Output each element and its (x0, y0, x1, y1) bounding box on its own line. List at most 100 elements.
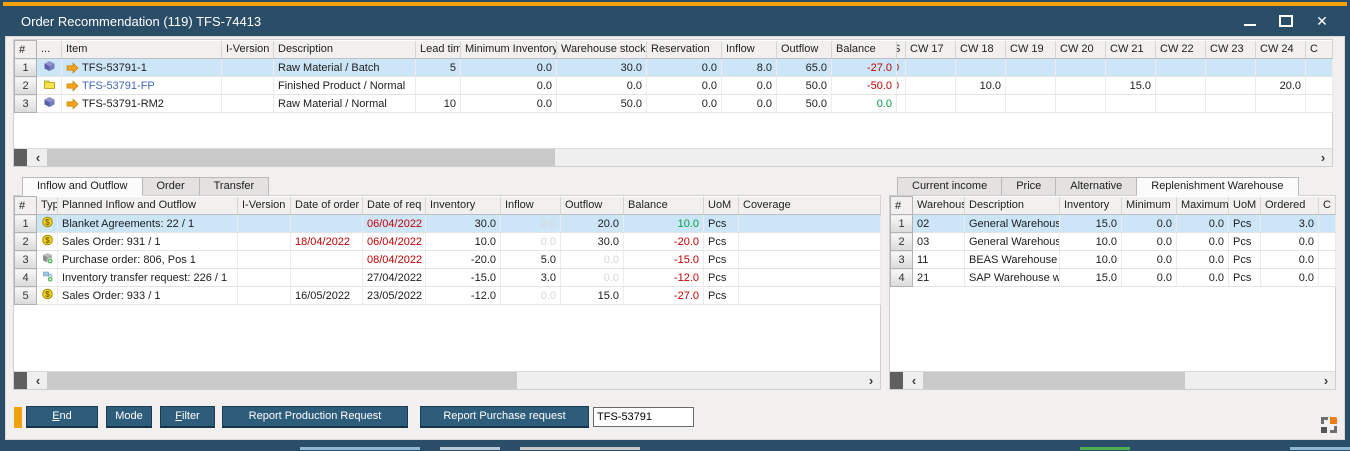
report-purchase-request-button[interactable]: Report Purchase request (420, 406, 589, 428)
cell-coverage[interactable] (739, 215, 881, 233)
scroll-left-icon[interactable]: ‹ (905, 372, 923, 389)
cell-balance[interactable]: -50.0 (832, 77, 897, 95)
cell-warehouse[interactable]: 02 (913, 215, 965, 233)
cell-inventory[interactable]: -12.0 (426, 287, 501, 305)
cell-reservation[interactable]: 0.0 (647, 59, 722, 77)
cell-item[interactable]: TFS-53791-FP (62, 77, 222, 95)
cell-uom[interactable]: Pcs (704, 269, 739, 287)
filter-button[interactable]: Filter (160, 406, 215, 428)
cell-balance[interactable]: -12.0 (624, 269, 704, 287)
cell-item-type[interactable] (37, 77, 62, 95)
cell-description[interactable]: Finished Product / Normal (274, 77, 416, 95)
row-number[interactable]: 2 (15, 77, 37, 95)
cell-cw22[interactable] (1156, 95, 1206, 113)
cell-uom[interactable]: Pcs (704, 287, 739, 305)
cell-date-of-order[interactable] (291, 269, 363, 287)
cell-inventory[interactable]: 10.0 (1060, 251, 1122, 269)
row-number[interactable]: 3 (891, 251, 913, 269)
cell-uom[interactable]: Pcs (1229, 251, 1261, 269)
cell-warehouse-stock[interactable]: 50.0 (557, 95, 647, 113)
cell-date-of-req[interactable]: 08/04/2022 (363, 251, 426, 269)
cell-min-inventory[interactable]: 0.0 (461, 77, 557, 95)
row-number[interactable]: 4 (891, 269, 913, 287)
cell-cw17[interactable] (906, 59, 956, 77)
cell-uom[interactable]: Pcs (1229, 233, 1261, 251)
cell-cw18[interactable]: 10.0 (956, 77, 1006, 95)
cell-min-inventory[interactable]: 0.0 (461, 59, 557, 77)
cell-cw20[interactable] (1056, 77, 1106, 95)
cell-minimum[interactable]: 0.0 (1122, 251, 1177, 269)
cell-outflow[interactable]: 15.0 (561, 287, 624, 305)
cell-description[interactable]: General Warehouse (965, 215, 1060, 233)
cell-cw18[interactable] (956, 59, 1006, 77)
row-number[interactable]: 1 (15, 59, 37, 77)
cell-coverage[interactable] (739, 269, 881, 287)
cell-balance[interactable]: -15.0 (624, 251, 704, 269)
scroll-right-icon[interactable]: › (1314, 149, 1332, 166)
scrollbar-thumb[interactable] (47, 149, 555, 166)
cell-iversion[interactable] (222, 95, 274, 113)
cell-cw24[interactable] (1256, 95, 1306, 113)
cell-uom[interactable]: Pcs (704, 251, 739, 269)
cell-balance[interactable]: 0.0 (832, 95, 897, 113)
cell-iversion[interactable] (238, 233, 291, 251)
cell-planned[interactable]: Inventory transfer request: 226 / 1 (58, 269, 238, 287)
cell-cw18[interactable] (956, 95, 1006, 113)
cell-description[interactable]: General Warehouse (965, 233, 1060, 251)
report-production-request-button[interactable]: Report Production Request (222, 406, 408, 428)
cell-type[interactable]: $ (37, 215, 58, 233)
scrollbar-thumb[interactable] (923, 372, 1185, 389)
scroll-right-icon[interactable]: › (1317, 372, 1335, 389)
tab-price[interactable]: Price (1002, 177, 1056, 196)
cell-lead-time[interactable] (416, 77, 461, 95)
cell-uom[interactable]: Pcs (704, 215, 739, 233)
cell-inflow[interactable]: 0.0 (501, 287, 561, 305)
cell-date-of-order[interactable]: 16/05/2022 (291, 287, 363, 305)
minimize-icon[interactable] (1239, 11, 1261, 31)
link-arrow-icon[interactable] (66, 98, 79, 110)
cell-description[interactable]: BEAS Warehouse w (965, 251, 1060, 269)
cell-cw20[interactable] (1056, 95, 1106, 113)
cell-balance[interactable]: 10.0 (624, 215, 704, 233)
cell-type[interactable]: $ (37, 287, 58, 305)
cell-warehouse[interactable]: 03 (913, 233, 965, 251)
cell-item-type[interactable] (37, 59, 62, 77)
row-number[interactable]: 1 (891, 215, 913, 233)
cell-coverage[interactable] (739, 287, 881, 305)
scrollbar-track[interactable] (1185, 372, 1317, 389)
cell-cw23[interactable] (1206, 77, 1256, 95)
cell-ordered[interactable]: 0.0 (1261, 251, 1319, 269)
cell-inventory[interactable]: -15.0 (426, 269, 501, 287)
cell-date-of-req[interactable]: 06/04/2022 (363, 233, 426, 251)
tab-alternative[interactable]: Alternative (1056, 177, 1137, 196)
cell-date-of-req[interactable]: 06/04/2022 (363, 215, 426, 233)
cell-reservation[interactable]: 0.0 (647, 95, 722, 113)
cell-date-of-order[interactable]: 18/04/2022 (291, 233, 363, 251)
cell-planned[interactable]: Purchase order: 806, Pos 1 (58, 251, 238, 269)
cell-type[interactable] (37, 269, 58, 287)
scrollbar-drag-handle[interactable] (14, 372, 29, 389)
cell-uom[interactable]: Pcs (1229, 269, 1261, 287)
cell-outflow[interactable]: 30.0 (561, 233, 624, 251)
cell-inflow[interactable]: 8.0 (722, 59, 777, 77)
cell-cw24[interactable]: 20.0 (1256, 77, 1306, 95)
cell-type[interactable]: $ (37, 233, 58, 251)
tab-inflow-and-outflow[interactable]: Inflow and Outflow (22, 177, 143, 196)
cell-outflow[interactable]: 20.0 (561, 215, 624, 233)
cell-inventory[interactable]: 30.0 (426, 215, 501, 233)
row-number[interactable]: 5 (15, 287, 37, 305)
cell-outflow[interactable]: 65.0 (777, 59, 832, 77)
cell-cw20[interactable] (1056, 59, 1106, 77)
tab-transfer[interactable]: Transfer (200, 177, 270, 196)
row-number[interactable]: 2 (891, 233, 913, 251)
cell-inflow[interactable]: 0.0 (501, 215, 561, 233)
cell-cw19[interactable] (1006, 77, 1056, 95)
cell-planned[interactable]: Blanket Agreements: 22 / 1 (58, 215, 238, 233)
scrollbar-drag-handle[interactable] (890, 372, 905, 389)
cell-inflow[interactable]: 0.0 (722, 95, 777, 113)
cell-minimum[interactable]: 0.0 (1122, 233, 1177, 251)
cell-outflow[interactable]: 0.0 (561, 269, 624, 287)
cell-cw22[interactable] (1156, 59, 1206, 77)
cell-balance[interactable]: -27.0 (624, 287, 704, 305)
cell-cw23[interactable] (1206, 59, 1256, 77)
